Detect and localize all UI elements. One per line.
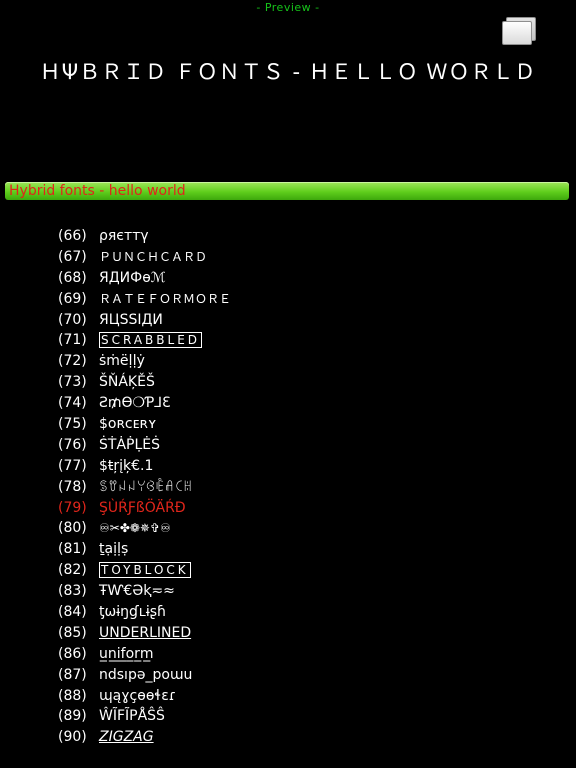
font-sample: ZIGZAG — [99, 729, 154, 746]
font-sample: TOYBLOCK — [99, 562, 191, 579]
font-list-item[interactable]: (68) ЯДИФѳℳ — [58, 268, 231, 289]
font-number: (69) — [58, 290, 87, 307]
font-number: (90) — [58, 729, 87, 746]
font-sample: ρяєттγ — [99, 228, 149, 244]
font-number: (81) — [58, 541, 87, 558]
font-sample: ЯДИФѳℳ — [99, 269, 166, 286]
font-sample: UNDERLINED — [99, 624, 192, 641]
font-number: (73) — [58, 374, 87, 391]
font-list-item[interactable]: (84) ƫωɨŋɠʟɨʂɦ — [58, 602, 231, 623]
font-sample: ŠŇÁĶĚŠ — [99, 374, 155, 391]
font-number: (79) — [58, 499, 87, 516]
font-list-item[interactable]: (85) UNDERLINED — [58, 623, 231, 644]
font-sample: SCRABBLED — [99, 332, 203, 349]
font-number: (84) — [58, 604, 87, 621]
font-number: (85) — [58, 624, 87, 641]
font-number: (88) — [58, 687, 87, 704]
font-sample: ЯЦSSIДИ — [99, 311, 163, 328]
font-sample: ŴĨFĨPÅŜŜ — [99, 708, 165, 725]
font-list-item[interactable]: (75) $ᴏʀᴄᴇʀʏ — [58, 414, 231, 435]
font-list-item[interactable]: (81) ṯạịḷṣ — [58, 539, 231, 560]
font-number: (66) — [58, 228, 87, 244]
font-list-item[interactable]: (80) ♾✂✤❁✵✞♾ — [58, 518, 231, 539]
font-sample: ṠṪȦṖḶĖṠ — [99, 436, 160, 453]
font-sample: ŞÙŔƑßÖÄŔÐ — [99, 499, 186, 516]
font-number: (80) — [58, 520, 87, 537]
font-sample: ＲＡＴＥＦＯＲＭＯＲＥ — [99, 291, 232, 306]
font-list-item[interactable]: (87) ndsıpǝ_poɯu — [58, 665, 231, 686]
font-sample: ṯạịḷṣ — [99, 541, 129, 558]
font-list-item[interactable]: (77) $ŧŗįķ€.1 — [58, 456, 231, 477]
font-sample: ŦⱲ€Əⱪ≂≈ — [99, 583, 175, 600]
font-list-item[interactable]: (67) ＰＵＮＣＨＣＡＲＤ — [58, 247, 231, 268]
font-list-item[interactable]: (69) ＲＡＴＥＦＯＲＭＯＲＥ — [58, 289, 231, 310]
font-number: (82) — [58, 562, 87, 579]
copy-button[interactable] — [500, 15, 538, 45]
font-list-item-selected[interactable]: (79) ŞÙŔƑßÖÄŔÐ — [58, 498, 231, 519]
section-banner: Hybrid fonts - hello world — [5, 182, 569, 200]
preview-label: - Preview - — [256, 1, 320, 14]
font-number: (67) — [58, 248, 87, 265]
font-list-item[interactable]: (86) u̲n̲i̲f̲o̲r̲m̲ — [58, 644, 231, 665]
font-sample: ＰＵＮＣＨＣＡＲＤ — [99, 249, 208, 264]
font-list-item[interactable]: (72) ṡṁëḷḷẏ — [58, 351, 231, 372]
font-number: (72) — [58, 353, 87, 370]
font-number: (83) — [58, 583, 87, 600]
font-sample: ɰąɣçɵɵɬɛɾ — [99, 687, 177, 704]
font-number: (86) — [58, 645, 87, 662]
font-list-item[interactable]: (89) ŴĨFĨPÅŜŜ — [58, 706, 231, 727]
font-sample: Ƨ₥Ɵ❍Ƥ⅃Ɛ — [99, 395, 171, 412]
font-list-item[interactable]: (74) Ƨ₥Ɵ❍Ƥ⅃Ɛ — [58, 393, 231, 414]
font-number: (76) — [58, 436, 87, 453]
font-number: (71) — [58, 332, 87, 349]
preview-title: ＨΨＢＲＩＤ ＦＯＮＴＳ - ＨＥＬＬＯ ＷＯＲＬＤ — [39, 60, 537, 84]
font-list-item[interactable]: (66) ρяєттγ — [58, 226, 231, 247]
font-sample: ṡṁëḷḷẏ — [99, 353, 145, 370]
font-number: (75) — [58, 416, 87, 433]
font-list-item[interactable]: (76) ṠṪȦṖḶĖṠ — [58, 435, 231, 456]
copy-icon — [502, 21, 532, 45]
font-number: (78) — [58, 478, 87, 495]
font-list-item[interactable]: (90) ZIGZAG — [58, 727, 231, 748]
font-list: (66) ρяєттγ (67) ＰＵＮＣＨＣＡＲＤ (68) ЯДИФѳℳ (69)… — [58, 226, 231, 748]
font-sample: $ŧŗįķ€.1 — [99, 457, 154, 474]
banner-label: Hybrid fonts - hello world — [9, 183, 186, 199]
font-sample: ꌚꀎꈤꈤꌩꃳꍟꋬꉔꀍ — [99, 479, 193, 494]
font-list-item[interactable]: (73) ŠŇÁĶĚŠ — [58, 372, 231, 393]
font-list-item[interactable]: (70) ЯЦSSIДИ — [58, 310, 231, 331]
font-list-item[interactable]: (71) SCRABBLED — [58, 330, 231, 351]
font-list-item[interactable]: (78) ꌚꀎꈤꈤꌩꃳꍟꋬꉔꀍ — [58, 477, 231, 498]
font-list-item[interactable]: (82) TOYBLOCK — [58, 560, 231, 581]
font-list-item[interactable]: (83) ŦⱲ€Əⱪ≂≈ — [58, 581, 231, 602]
font-number: (89) — [58, 708, 87, 725]
font-sample: u̲n̲i̲f̲o̲r̲m̲ — [99, 645, 154, 662]
font-sample: ndsıpǝ_poɯu — [99, 666, 193, 683]
font-sample: ƫωɨŋɠʟɨʂɦ — [99, 604, 166, 621]
font-number: (68) — [58, 269, 87, 286]
font-sample: ♾✂✤❁✵✞♾ — [99, 521, 171, 536]
font-list-item[interactable]: (88) ɰąɣçɵɵɬɛɾ — [58, 686, 231, 707]
font-number: (87) — [58, 666, 87, 683]
font-number: (70) — [58, 311, 87, 328]
font-number: (74) — [58, 395, 87, 412]
font-sample: $ᴏʀᴄᴇʀʏ — [99, 416, 157, 433]
font-number: (77) — [58, 457, 87, 474]
